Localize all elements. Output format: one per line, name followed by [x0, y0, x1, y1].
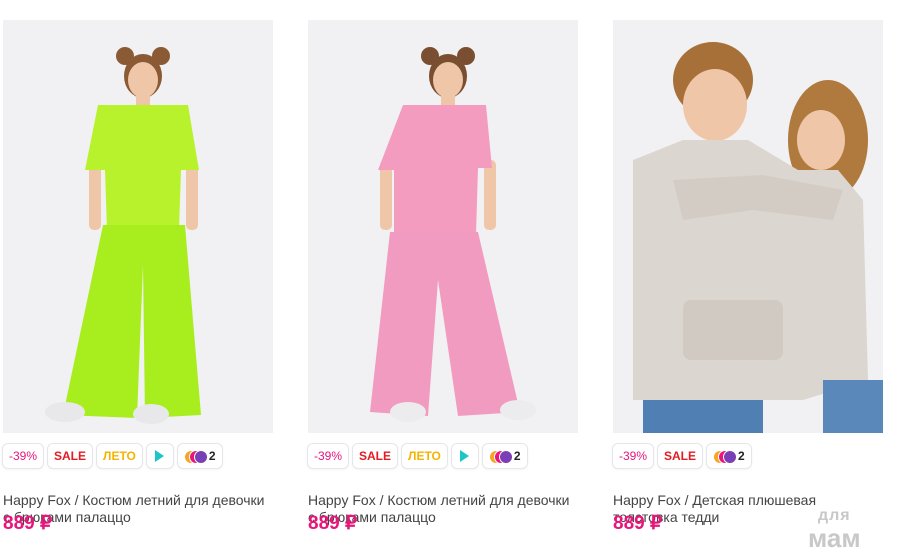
- product-card[interactable]: -39% SALE ЛЕТО 2 Happy Fox / Костюм летн…: [308, 20, 578, 526]
- discount-badge: -39%: [308, 444, 349, 468]
- color-variants-badge[interactable]: 2: [707, 444, 751, 468]
- badge-row: -39% SALE ЛЕТО 2: [308, 443, 578, 469]
- product-image[interactable]: [613, 20, 883, 433]
- product-title-line: Happy Fox / Костюм летний для девочки: [3, 492, 265, 508]
- video-play-icon[interactable]: [451, 444, 478, 468]
- color-count: 2: [208, 449, 216, 463]
- color-swatches-icon: [488, 449, 513, 464]
- sale-badge: SALE: [48, 444, 93, 468]
- sale-badge: SALE: [658, 444, 703, 468]
- color-count: 2: [513, 449, 521, 463]
- product-title-line: Happy Fox / Костюм летний для девочки: [308, 492, 570, 508]
- discount-badge: -39%: [3, 444, 44, 468]
- sale-badge: SALE: [353, 444, 398, 468]
- color-swatches-icon: [183, 449, 208, 464]
- product-card[interactable]: -39% SALE 2 Happy Fox / Детская плюшевая…: [613, 20, 883, 526]
- product-image[interactable]: [308, 20, 578, 433]
- product-price: 889 ₽: [3, 513, 53, 534]
- product-image[interactable]: [3, 20, 273, 433]
- color-count: 2: [738, 449, 745, 463]
- badge-row: -39% SALE 2: [613, 443, 883, 469]
- color-variants-badge[interactable]: 2: [482, 444, 527, 468]
- product-price: 889 ₽: [308, 513, 358, 534]
- color-variants-badge[interactable]: 2: [177, 444, 222, 468]
- watermark-logo: для мам: [808, 505, 861, 553]
- discount-badge: -39%: [613, 444, 654, 468]
- product-price: 889 ₽: [613, 513, 663, 534]
- color-swatches-icon: [713, 449, 738, 464]
- product-card[interactable]: -39% SALE ЛЕТО 2 Happy Fox / Костюм летн…: [3, 20, 273, 526]
- badge-row: -39% SALE ЛЕТО 2: [3, 443, 273, 469]
- season-badge: ЛЕТО: [402, 444, 447, 468]
- video-play-icon[interactable]: [146, 444, 173, 468]
- season-badge: ЛЕТО: [97, 444, 142, 468]
- watermark-line: мам: [808, 523, 861, 553]
